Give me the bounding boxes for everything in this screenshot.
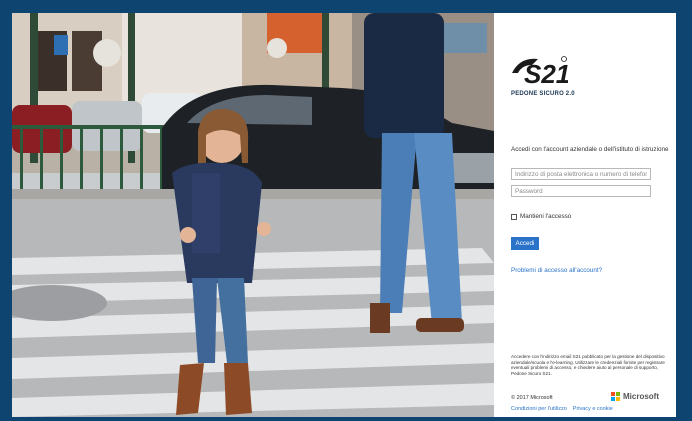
remember-me-label: Mantieni l'accesso	[520, 213, 572, 220]
privacy-link[interactable]: Privacy e cookie	[573, 406, 613, 412]
checkbox-icon[interactable]	[511, 213, 517, 220]
login-panel: S21 PEDONE SICURO 2.0 Accedi con l'accou…	[494, 13, 676, 417]
forgot-access-link[interactable]: Problemi di accesso all'account?	[511, 267, 602, 274]
login-window: S21 PEDONE SICURO 2.0 Accedi con l'accou…	[12, 13, 676, 417]
microsoft-logo: Microsoft	[611, 392, 659, 401]
copyright-text: © 2017 Microsoft	[511, 395, 553, 401]
brand-subtitle: PEDONE SICURO 2.0	[511, 91, 575, 97]
logo-text: S21	[524, 59, 568, 89]
sign-in-button[interactable]: Accedi	[511, 237, 539, 250]
login-intro-text: Accedi con l'account aziendale o dell'is…	[511, 146, 669, 153]
terms-link[interactable]: Condizioni per l'utilizzo	[511, 406, 567, 412]
street-scene-illustration	[12, 13, 494, 417]
hero-image	[12, 13, 494, 417]
microsoft-wordmark: Microsoft	[623, 392, 659, 401]
username-input[interactable]	[511, 168, 651, 180]
s21-logo-icon: S21	[512, 56, 568, 89]
microsoft-squares-icon	[611, 392, 620, 401]
footer-notice: Accedere con l'indirizzo email S21 pubbl…	[511, 354, 665, 376]
footer-links: Condizioni per l'utilizzo Privacy e cook…	[511, 406, 613, 412]
password-input[interactable]	[511, 185, 651, 197]
remember-me[interactable]: Mantieni l'accesso	[511, 213, 571, 220]
